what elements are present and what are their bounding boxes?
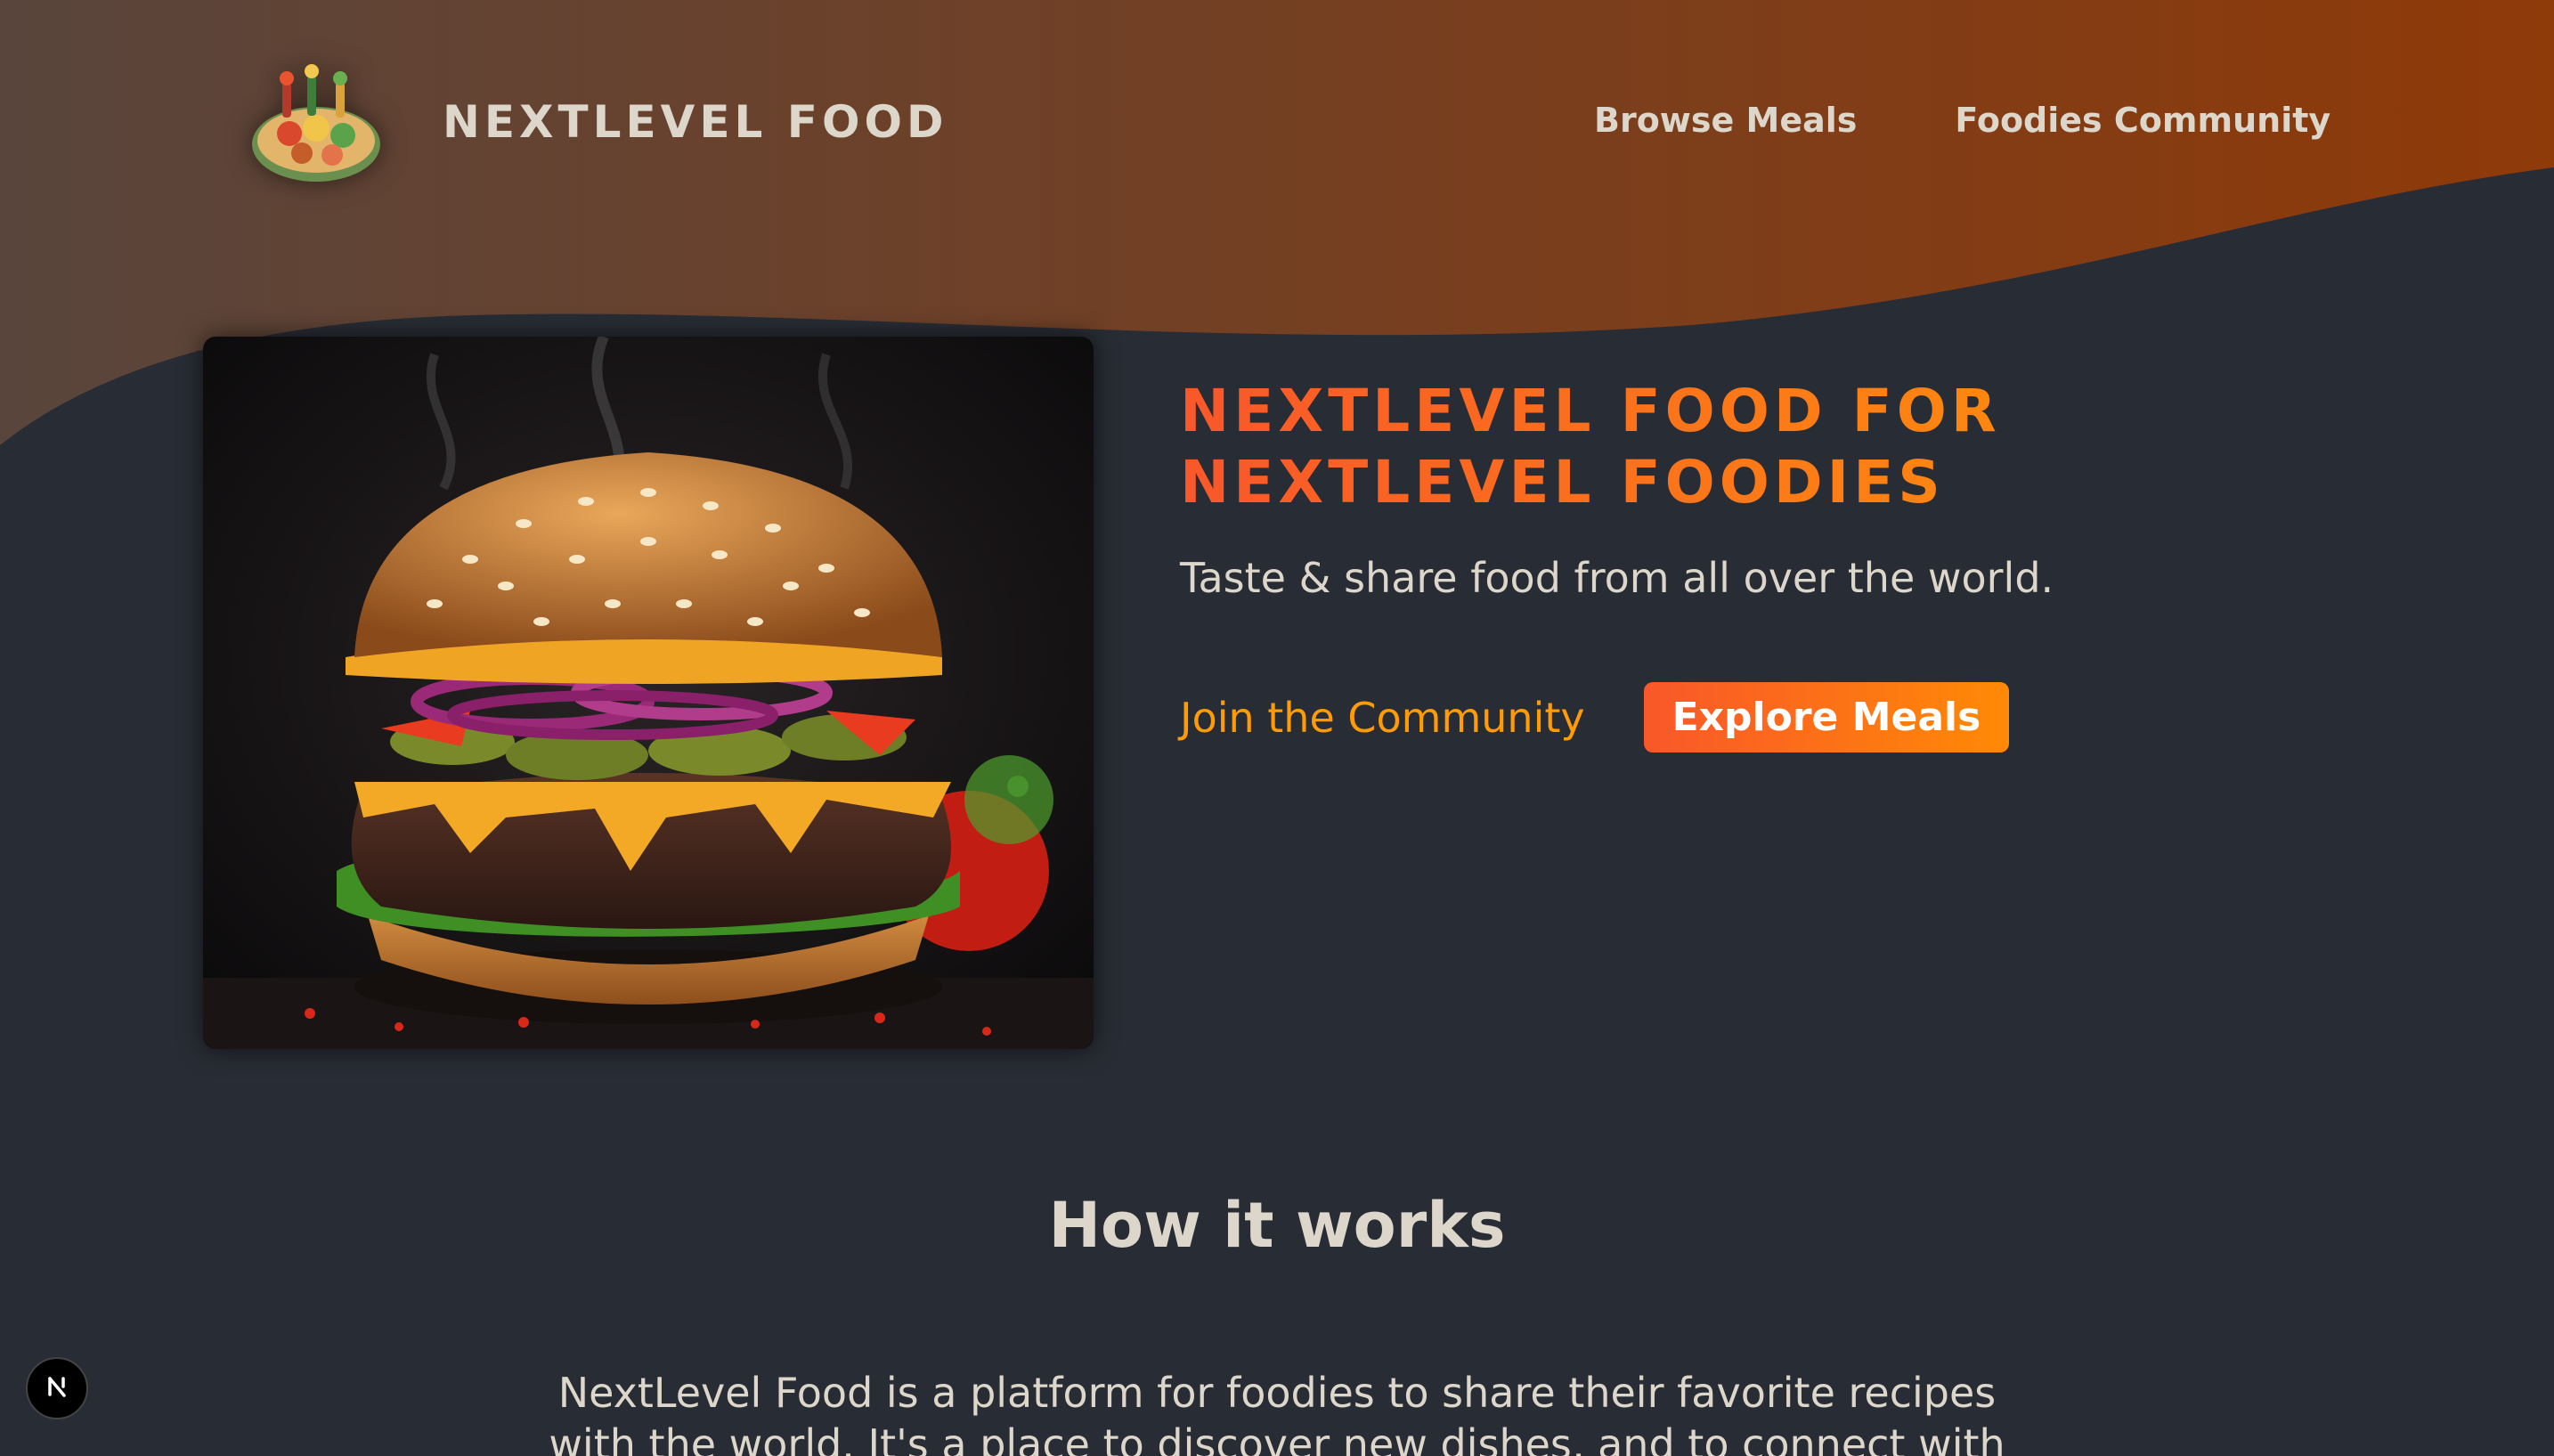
page: NextLevel Food Browse Meals Foodies Comm…	[0, 0, 2554, 1456]
nextjs-icon	[42, 1371, 72, 1405]
logo-text: NextLevel Food	[443, 96, 948, 148]
how-it-works-title: How it works	[1048, 1189, 1506, 1262]
logo-link[interactable]: NextLevel Food	[243, 55, 948, 189]
nav-foodies-community[interactable]: Foodies Community	[1955, 101, 2330, 140]
hero-subtitle: Taste & share food from all over the wor…	[1180, 554, 2054, 602]
hero-title: NextLevel Food for NextLevel Foodies	[1180, 376, 2338, 518]
how-it-works-text: NextLevel Food is a platform for foodies…	[549, 1369, 2005, 1456]
join-community-link[interactable]: Join the Community	[1180, 694, 1585, 742]
nextjs-dev-badge[interactable]	[26, 1357, 88, 1419]
nav-browse-meals[interactable]: Browse Meals	[1594, 101, 1857, 140]
explore-meals-button[interactable]: Explore Meals	[1643, 682, 2010, 752]
hero-burger-image	[203, 337, 1094, 1049]
food-platter-icon	[243, 55, 389, 189]
burger-image	[203, 337, 1094, 1049]
hero-cta: Join the Community Explore Meals	[1180, 682, 2010, 752]
main-nav: Browse Meals Foodies Community	[1594, 101, 2330, 140]
